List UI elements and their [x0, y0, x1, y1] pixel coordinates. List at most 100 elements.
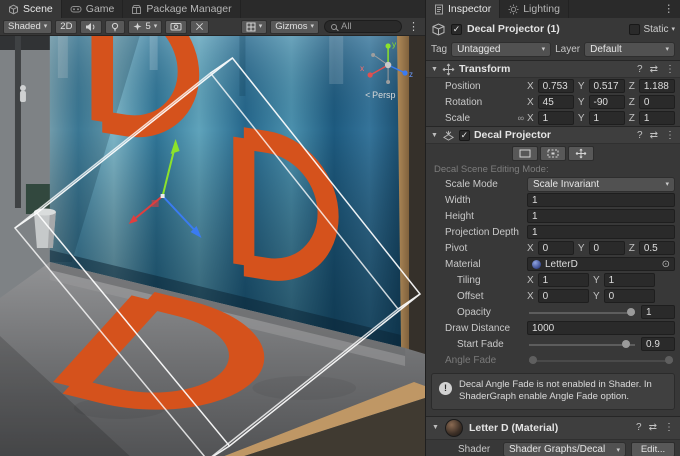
tab-package-manager[interactable]: Package Manager — [123, 0, 240, 18]
chevron-down-icon[interactable]: ▾ — [671, 25, 675, 33]
tab-lighting[interactable]: Lighting — [500, 0, 569, 18]
static-toggle[interactable]: ✓ Static ▾ — [629, 24, 675, 35]
scale-mode-dropdown[interactable]: Scale Invariant ▾ — [527, 177, 675, 192]
foldout-icon[interactable]: ▼ — [431, 66, 438, 73]
tab-inspector-label: Inspector — [448, 3, 491, 15]
width-field[interactable]: 1 — [527, 193, 675, 207]
orientation-z-handle[interactable] — [402, 70, 407, 75]
start-fade-label: Start Fade — [457, 339, 504, 350]
chevron-down-icon: ▾ — [259, 23, 263, 30]
rotation-z-field[interactable]: 0 — [639, 95, 675, 109]
edit-pivot-button[interactable] — [568, 146, 594, 161]
presets-icon[interactable]: ⇄ — [650, 64, 658, 75]
tab-scene[interactable]: Scene — [0, 0, 62, 18]
static-label: Static — [643, 24, 668, 35]
gizmos-label: Gizmos — [275, 22, 307, 32]
help-icon[interactable]: ? — [637, 130, 643, 141]
scale-y-field[interactable]: 1 — [589, 111, 625, 125]
audio-toggle-button[interactable] — [80, 20, 102, 34]
opacity-slider-handle[interactable] — [627, 308, 635, 316]
tag-dropdown[interactable]: Untagged ▾ — [451, 42, 551, 57]
hidden-objects-button[interactable] — [190, 20, 209, 34]
angle-fade-row: Angle Fade — [426, 352, 680, 368]
position-y-field[interactable]: 0.517 — [589, 79, 625, 93]
scene-viewport-3d[interactable]: y x z < Persp — [0, 36, 425, 456]
gizmo-center[interactable] — [161, 194, 165, 198]
object-picker-icon[interactable]: ⊙ — [662, 259, 670, 270]
scene-toolbar-menu-icon[interactable]: ⋮ — [405, 20, 422, 33]
scene-search-input[interactable]: All — [324, 20, 402, 33]
foldout-icon[interactable]: ▼ — [431, 132, 438, 139]
link-scale-icon[interactable]: ∞ — [518, 113, 527, 123]
orientation-center[interactable] — [385, 62, 391, 68]
decal-enabled-checkbox[interactable]: ✓ — [459, 130, 470, 141]
info-icon: ! — [439, 382, 452, 395]
gameobject-name[interactable]: Decal Projector (1) — [467, 23, 624, 35]
package-icon — [131, 4, 142, 15]
kebab-icon[interactable]: ⋮ — [665, 64, 675, 75]
opacity-slider[interactable] — [527, 305, 637, 319]
scale-z-field[interactable]: 1 — [639, 111, 675, 125]
material-section-header[interactable]: ▼ Letter D (Material) ? ⇄ ⋮ — [426, 416, 680, 440]
draw-mode-dropdown[interactable]: Shaded ▾ — [3, 20, 52, 34]
start-fade-row: Start Fade 0.9 — [426, 336, 680, 352]
layer-dropdown[interactable]: Default ▾ — [584, 42, 675, 57]
2d-toggle-button[interactable]: 2D — [55, 20, 77, 34]
rotation-x-field[interactable]: 45 — [538, 95, 574, 109]
tiling-y-field[interactable]: 1 — [604, 273, 655, 287]
help-icon[interactable]: ? — [637, 64, 643, 75]
edit-crop-button[interactable] — [540, 146, 566, 161]
scale-x-field[interactable]: 1 — [538, 111, 574, 125]
camera-settings-button[interactable] — [165, 20, 187, 34]
lighting-toggle-button[interactable] — [105, 20, 125, 34]
opacity-field[interactable]: 1 — [641, 305, 675, 319]
persp-chevron-icon: < — [365, 90, 370, 100]
draw-distance-field[interactable]: 1000 — [527, 321, 675, 335]
help-icon[interactable]: ? — [636, 422, 642, 433]
edit-scale-button[interactable] — [512, 146, 538, 161]
foldout-icon[interactable]: ▼ — [432, 424, 439, 431]
decal-projector-header[interactable]: ▼ ✓ Decal Projector ? ⇄ ⋮ — [426, 126, 680, 144]
shader-label: Shader — [458, 444, 498, 455]
gizmos-dropdown[interactable]: Gizmos ▾ — [270, 20, 319, 34]
tab-game[interactable]: Game — [62, 0, 124, 18]
offset-y-field[interactable]: 0 — [604, 289, 655, 303]
presets-icon[interactable]: ⇄ — [650, 130, 658, 141]
pivot-y-field[interactable]: 0 — [589, 241, 625, 255]
orientation-y-handle[interactable] — [385, 43, 390, 48]
start-fade-field[interactable]: 0.9 — [641, 337, 675, 351]
height-field[interactable]: 1 — [527, 209, 675, 223]
rotation-y-field[interactable]: -90 — [589, 95, 625, 109]
shader-edit-button[interactable]: Edit... — [631, 442, 675, 456]
projection-depth-field[interactable]: 1 — [527, 225, 675, 239]
pivot-z-field[interactable]: 0.5 — [639, 241, 675, 255]
persp-label[interactable]: Persp — [372, 90, 395, 100]
tag-value: Untagged — [457, 44, 500, 55]
presets-icon[interactable]: ⇄ — [649, 422, 657, 433]
position-x-field[interactable]: 0.753 — [538, 79, 574, 93]
offset-label: Offset — [457, 291, 484, 302]
start-fade-slider[interactable] — [527, 337, 637, 351]
inspector-menu-icon[interactable]: ⋮ — [658, 0, 680, 18]
orientation-x-handle[interactable] — [368, 72, 373, 77]
static-checkbox[interactable]: ✓ — [629, 24, 640, 35]
gameobject-active-checkbox[interactable]: ✓ — [451, 24, 462, 35]
shader-dropdown[interactable]: Shader Graphs/Decal ▾ — [503, 442, 626, 456]
position-z-field[interactable]: 1.188 — [639, 79, 675, 93]
gameobject-cube-icon[interactable] — [431, 22, 446, 37]
start-fade-slider-handle[interactable] — [622, 340, 630, 348]
offset-x-field[interactable]: 0 — [538, 289, 589, 303]
chevron-down-icon: ▾ — [616, 446, 620, 454]
grid-dropdown[interactable]: ▾ — [241, 20, 268, 34]
tiling-x-field[interactable]: 1 — [538, 273, 589, 287]
kebab-icon[interactable]: ⋮ — [665, 130, 675, 141]
material-object-field[interactable]: LetterD ⊙ — [527, 257, 675, 271]
tab-inspector[interactable]: Inspector — [426, 0, 500, 18]
kebab-icon[interactable]: ⋮ — [664, 422, 674, 433]
transform-header[interactable]: ▼ Transform ? ⇄ ⋮ — [426, 60, 680, 78]
tab-package-manager-label: Package Manager — [146, 3, 231, 15]
effects-dropdown[interactable]: 5 ▾ — [128, 20, 162, 34]
chevron-down-icon: ▾ — [665, 180, 669, 188]
pivot-x-field[interactable]: 0 — [538, 241, 574, 255]
rotation-row: Rotation X 45 Y -90 Z 0 — [426, 94, 680, 110]
